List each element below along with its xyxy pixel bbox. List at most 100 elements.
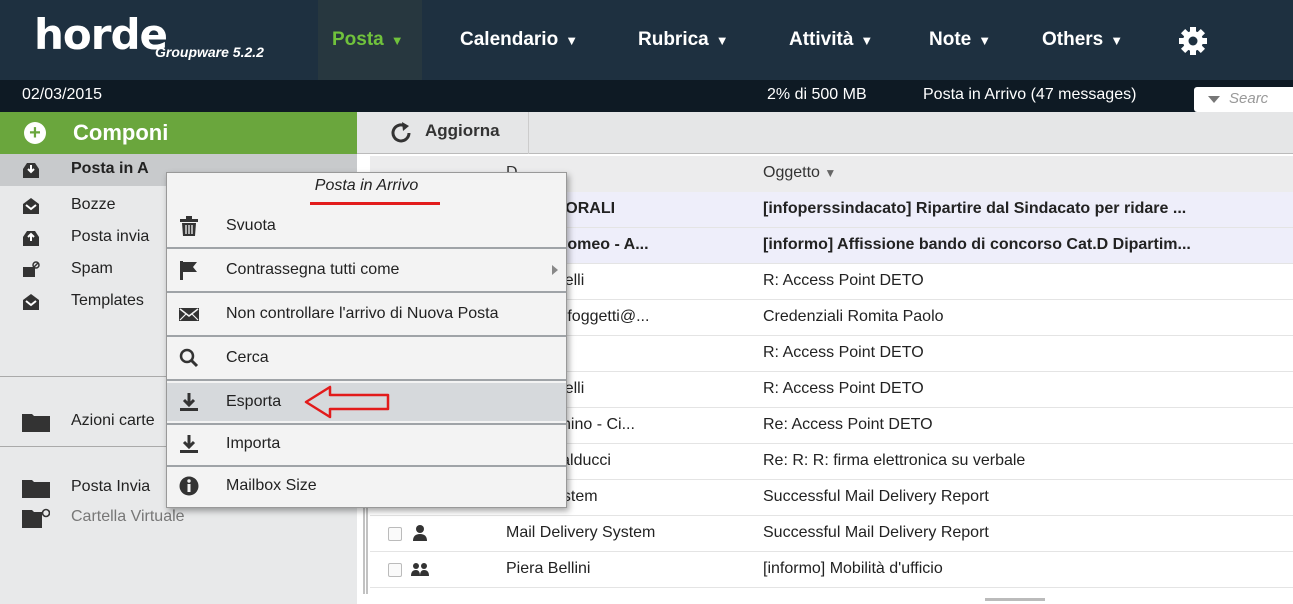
menu-attivita-label: Attività <box>789 29 854 50</box>
product-version: Groupware 5.2.2 <box>155 44 264 60</box>
menu-others-label: Others <box>1042 29 1104 50</box>
menu-item-label: Cerca <box>226 349 269 366</box>
person-icon <box>413 525 427 541</box>
message-checkbox[interactable] <box>388 563 402 577</box>
folder-actions-label: Azioni carte <box>71 412 155 429</box>
menu-note-label: Note <box>929 29 972 50</box>
search-placeholder: Searc <box>1229 90 1269 107</box>
menu-item-disable-check[interactable]: Non controllare l'arrivo di Nuova Posta <box>167 295 566 333</box>
envelope-icon <box>179 308 199 321</box>
gear-icon[interactable] <box>1175 23 1211 59</box>
folder-drafts-label: Bozze <box>71 196 116 213</box>
menu-separator <box>167 247 566 249</box>
message-subject: Credenziali Romita Paolo <box>763 308 944 325</box>
submenu-arrow-icon <box>552 265 558 275</box>
menu-posta[interactable]: Posta ▼ <box>318 0 422 80</box>
compose-label: Componi <box>73 120 169 145</box>
folder-sent-label: Posta invia <box>71 228 150 245</box>
context-menu-title: Posta in Arrivo <box>314 177 419 194</box>
inbox-icon <box>23 163 39 178</box>
message-row[interactable]: Piera Bellini [informo] Mobilità d'uffic… <box>370 552 1293 588</box>
mailbox-context-menu: Posta in Arrivo Svuota Contrassegna tutt… <box>166 172 567 508</box>
search-dropdown-icon[interactable] <box>1208 96 1220 103</box>
sort-desc-icon: ▼ <box>824 166 837 180</box>
logo-text: horde <box>34 10 168 59</box>
folder-spam-label: Spam <box>71 260 113 277</box>
menu-item-label: Non controllare l'arrivo di Nuova Posta <box>226 305 499 322</box>
message-subject: R: Access Point DETO <box>763 272 924 289</box>
list-scrollbar[interactable] <box>985 598 1045 601</box>
message-subject: Re: Access Point DETO <box>763 416 933 433</box>
toolbar-divider <box>528 112 529 154</box>
menu-item-label: Svuota <box>226 217 276 234</box>
message-subject: R: Access Point DETO <box>763 344 924 361</box>
menu-item-label: Esporta <box>226 393 282 410</box>
search-input[interactable]: Searc <box>1194 87 1293 112</box>
column-subject[interactable]: Oggetto ▼ <box>763 164 836 182</box>
menu-attivita[interactable]: Attività ▼ <box>775 0 891 80</box>
compose-button[interactable]: + Componi <box>0 112 357 154</box>
chevron-down-icon: ▼ <box>715 32 729 48</box>
search-icon <box>179 348 199 368</box>
menu-others[interactable]: Others ▼ <box>1028 0 1141 80</box>
menu-item-label: Importa <box>226 435 281 452</box>
templates-icon <box>23 294 39 310</box>
refresh-button[interactable]: Aggiorna <box>425 121 500 141</box>
current-date: 02/03/2015 <box>22 86 103 103</box>
horde-logo[interactable]: horde Groupware 5.2.2 <box>0 0 318 81</box>
group-icon <box>411 563 429 576</box>
message-subject: [infoperssindacato] Ripartire dal Sindac… <box>763 200 1187 217</box>
menu-note[interactable]: Note ▼ <box>915 0 1009 80</box>
menu-separator <box>167 335 566 337</box>
folder-inbox-label: Posta in A <box>71 160 149 177</box>
menu-item-search[interactable]: Cerca <box>167 339 566 377</box>
pane-splitter-handle[interactable] <box>362 494 370 594</box>
column-subject-label: Oggetto <box>763 164 820 181</box>
menu-item-mailbox-size[interactable]: Mailbox Size <box>167 467 566 505</box>
folder-templates-label: Templates <box>71 292 144 309</box>
message-subject: R: Access Point DETO <box>763 380 924 397</box>
download-icon <box>180 393 198 411</box>
menu-posta-label: Posta <box>332 29 384 50</box>
refresh-icon[interactable] <box>388 120 414 146</box>
trash-icon <box>180 216 198 236</box>
folder-sent-mail-label: Posta Invia <box>71 478 151 495</box>
message-subject: [informo] Affissione bando di concorso C… <box>763 236 1191 253</box>
spam-icon <box>23 261 40 277</box>
menu-item-mark-all[interactable]: Contrassegna tutti come <box>167 251 566 289</box>
chevron-down-icon: ▼ <box>860 32 874 48</box>
menu-item-empty[interactable]: Svuota <box>167 207 566 245</box>
message-sender: Mail Delivery System <box>506 524 656 541</box>
pointer-arrow-annotation <box>304 385 390 419</box>
flag-icon <box>180 261 197 280</box>
menu-calendario[interactable]: Calendario ▼ <box>446 0 596 80</box>
mailbox-status: Posta in Arrivo (47 messages) <box>923 86 1137 103</box>
message-checkbox[interactable] <box>388 527 402 541</box>
plus-icon: + <box>24 122 46 144</box>
menu-item-label: Mailbox Size <box>226 477 317 494</box>
info-icon <box>179 476 199 496</box>
chevron-down-icon: ▼ <box>390 32 404 48</box>
menu-calendario-label: Calendario <box>460 29 559 50</box>
message-row[interactable]: Mail Delivery System Successful Mail Del… <box>370 516 1293 552</box>
chevron-down-icon: ▼ <box>978 32 992 48</box>
chevron-down-icon: ▼ <box>565 32 579 48</box>
quota-usage: 2% di 500 MB <box>767 86 867 103</box>
menu-rubrica[interactable]: Rubrica ▼ <box>624 0 747 80</box>
menu-rubrica-label: Rubrica <box>638 29 709 50</box>
message-subject: Re: R: R: firma elettronica su verbale <box>763 452 1026 469</box>
menu-item-label: Contrassegna tutti come <box>226 261 400 278</box>
message-sender: Piera Bellini <box>506 560 591 577</box>
drafts-icon <box>23 198 39 214</box>
status-bar: 02/03/2015 2% di 500 MB Posta in Arrivo … <box>0 80 1293 112</box>
chevron-down-icon: ▼ <box>1110 32 1124 48</box>
menu-separator <box>167 291 566 293</box>
top-navigation: horde Groupware 5.2.2 Posta ▼ Calendario ▼… <box>0 0 1293 81</box>
message-subject: Successful Mail Delivery Report <box>763 524 989 541</box>
sent-icon <box>23 231 39 246</box>
upload-icon <box>180 435 198 453</box>
menu-item-import[interactable]: Importa <box>167 425 566 463</box>
folder-virtual-label: Cartella Virtuale <box>71 508 185 525</box>
message-subject: [informo] Mobilità d'ufficio <box>763 560 943 577</box>
menu-separator <box>167 379 566 381</box>
